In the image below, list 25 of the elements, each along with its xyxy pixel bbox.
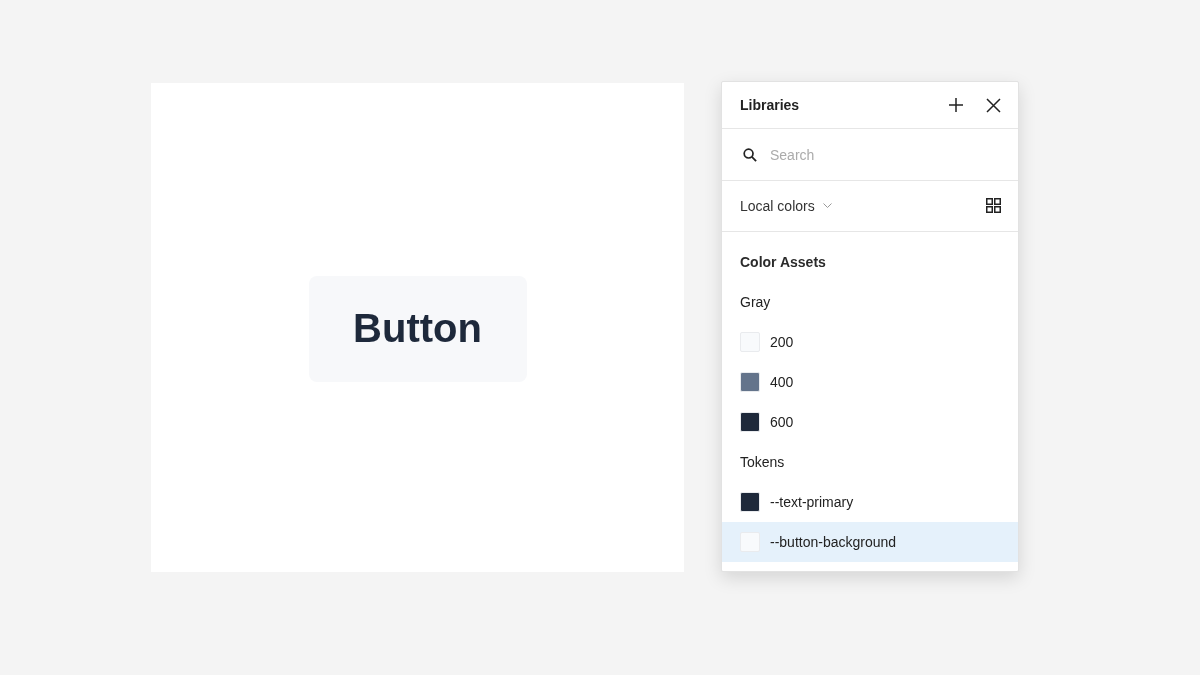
color-name: 600: [770, 414, 794, 430]
search-field[interactable]: Search: [770, 144, 1000, 165]
color-list-item[interactable]: --button-background: [722, 522, 1018, 562]
color-name: 200: [770, 334, 794, 350]
library-dropdown[interactable]: Local colors: [740, 197, 832, 214]
button-component: Button: [308, 275, 527, 382]
group-heading: Gray: [739, 293, 772, 312]
color-list-item[interactable]: 600: [722, 402, 1018, 442]
color-list-item[interactable]: 400: [722, 362, 1018, 402]
color-name: --text-primary: [770, 494, 854, 510]
group-heading: Tokens: [739, 453, 786, 472]
color-list-item[interactable]: --text-primary: [722, 482, 1018, 522]
search-icon: [743, 147, 757, 162]
grid-icon: [986, 198, 1001, 214]
plus-icon: [948, 97, 964, 114]
close-button[interactable]: [986, 97, 1001, 113]
color-list-item[interactable]: 200: [722, 322, 1018, 362]
close-icon: [986, 97, 1001, 113]
grid-view-button[interactable]: [986, 198, 1001, 214]
section-heading: Color Assets: [739, 253, 827, 272]
color-name: 400: [770, 374, 794, 390]
add-button[interactable]: [948, 97, 964, 114]
color-name: --button-background: [770, 534, 897, 550]
chevron-down-icon: [822, 203, 832, 209]
panel-title: Libraries: [740, 97, 800, 114]
